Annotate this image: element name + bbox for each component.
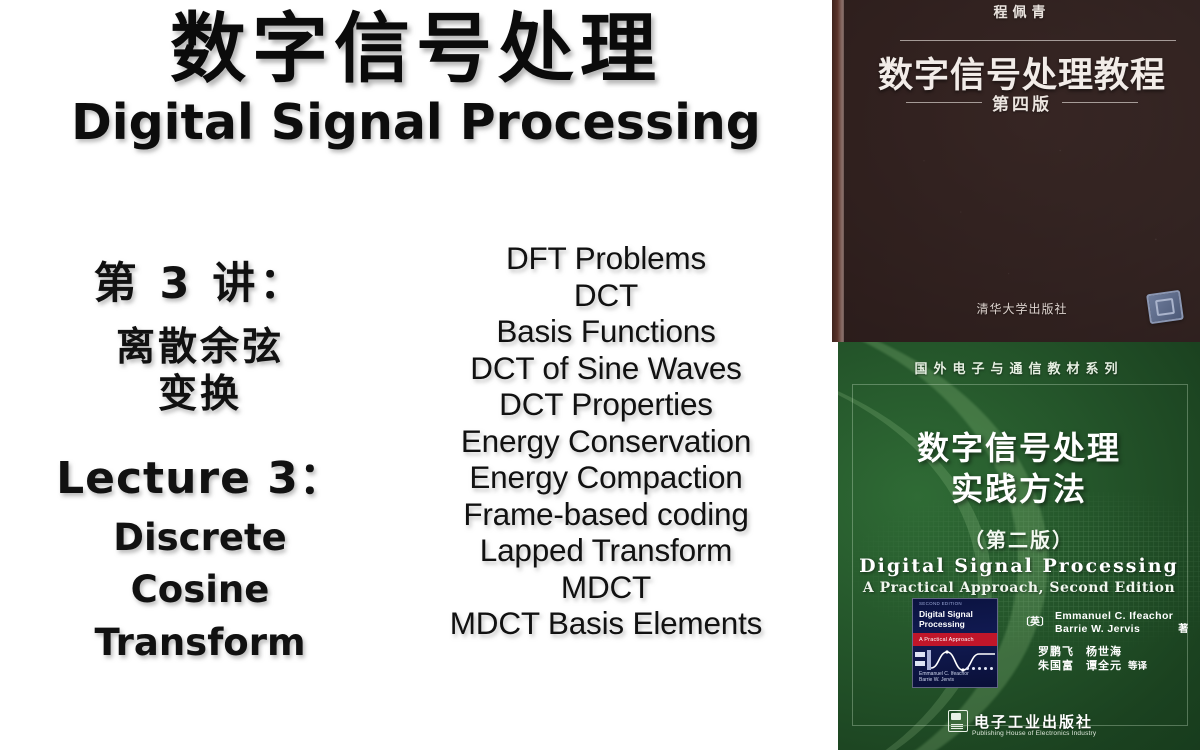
inset-title-line1: Digital Signal [919,609,973,619]
inset-authors: Emmanuel C. Ifeachor Barrie W. Jervis [919,671,969,683]
book-edition: 第四版 [992,94,1052,115]
book-author-line: 〔英〕 Emmanuel C. Ifeachor Barrie W. Jervi… [1020,610,1196,636]
book-translators: 罗鹏飞 杨世海 朱国富 谭全元 [1038,645,1122,673]
divider-rule [900,40,1176,41]
lecture-name-chinese-line1: 离散余弦 [115,324,284,370]
book-translator-line2: 朱国富 谭全元 [1038,659,1122,672]
book-title-chinese: 数字信号处理 实践方法 [838,428,1200,510]
lecture-name-chinese: 离散余弦 变换 [4,324,396,419]
lecture-title-slide: 数字信号处理 Digital Signal Processing 第 3 讲： … [0,0,1200,750]
book-title-chinese-line2: 实践方法 [950,469,1087,508]
inset-band-text: A Practical Approach [919,637,974,643]
book-spine [832,0,844,342]
divider-rule [1062,101,1138,103]
book-title-english: Digital Signal Processing [859,555,1179,577]
tsinghua-press-logo-icon [1146,289,1184,325]
book-author-line2: Barrie W. Jervis [1055,623,1141,635]
inset-edition-label: SECOND EDITION [919,601,962,606]
topic-item: Frame-based coding [463,495,749,532]
book-publisher-english: Publishing House of Electronics Industry [972,730,1097,737]
lecture-name-chinese-line2: 变换 [157,372,242,418]
book-translator-line1: 罗鹏飞 杨世海 [1038,645,1122,658]
topic-item: MDCT [560,568,652,605]
book-edition-row: 第四版 [844,90,1200,115]
book-edition: （第二版） [964,528,1074,552]
lecture-number-chinese: 第 3 讲： [93,259,307,309]
inset-original-book-cover: SECOND EDITION Digital Signal Processing… [912,598,998,688]
inset-author-line2: Barrie W. Jervis [919,677,955,683]
book-publisher-block: 电子工业出版社 [948,710,1093,732]
content-pane: 数字信号处理 Digital Signal Processing 第 3 讲： … [0,0,832,750]
topic-item: MDCT Basis Elements [449,605,763,641]
topic-item: DCT [573,276,639,313]
inset-title-line2: Processing [919,619,965,629]
topic-list: DFT Problems DCT Basis Functions DCT of … [396,240,816,642]
topic-item: DCT Properties [499,386,713,422]
topic-item: Lapped Transform [479,532,733,568]
author-country-mark: 〔英〕 [1020,617,1050,628]
author-role-label: 著 [1178,624,1189,635]
lecture-name-english-line3: Transform [94,620,306,664]
topic-item: DFT Problems [505,240,707,276]
book-title-chinese-line1: 数字信号处理 [916,429,1121,467]
book-author-chinese: 程佩青 [993,5,1051,21]
topic-item: DCT of Sine Waves [470,349,742,386]
topic-item: Basis Functions [496,313,716,349]
course-title-block: 数字信号处理 Digital Signal Processing [0,4,832,152]
lecture-info-column: 第 3 讲： 离散余弦 变换 Lecture 3： Discrete Cosin… [4,258,396,669]
book-author-line1: Emmanuel C. Ifeachor [1055,610,1174,622]
topic-item: Energy Conservation [460,422,752,459]
course-title-chinese: 数字信号处理 [170,4,662,93]
lecture-number-english: Lecture 3： [56,452,344,504]
phei-press-logo-icon [948,710,968,732]
topic-item: Energy Compaction [469,459,743,495]
book-credits: 〔英〕 Emmanuel C. Ifeachor Barrie W. Jervi… [1020,610,1196,673]
book-subtitle-english: A Practical Approach, Second Edition [862,580,1176,596]
lecture-name-english-line1: Discrete [113,515,287,559]
translator-role-label: 等译 [1128,661,1148,672]
divider-rule [906,101,982,103]
inset-red-band: A Practical Approach [913,633,997,646]
book-series-label: 国外电子与通信教材系列 [914,362,1124,377]
book-cover-ifeachor-jervis: 国外电子与通信教材系列 数字信号处理 实践方法 （第二版） Digital Si… [838,342,1200,750]
textbook-cover-panel: 程佩青 数字信号处理教程 第四版 清华大学出版社 国外电子与通信教材系列 数字信… [832,0,1200,750]
book-publisher-chinese: 电子工业出版社 [974,712,1094,731]
lecture-name-english-line2: Cosine [130,568,270,612]
book-translator-line: 罗鹏飞 杨世海 朱国富 谭全元 等译 [1038,645,1196,673]
book-cover-chengpeiqing: 程佩青 数字信号处理教程 第四版 清华大学出版社 [832,0,1200,342]
lecture-name-english: Discrete Cosine Transform [4,512,396,670]
book-authors: Emmanuel C. Ifeachor Barrie W. Jervis [1055,610,1173,636]
course-title-english: Digital Signal Processing [71,94,761,152]
inset-title: Digital Signal Processing [919,609,993,629]
